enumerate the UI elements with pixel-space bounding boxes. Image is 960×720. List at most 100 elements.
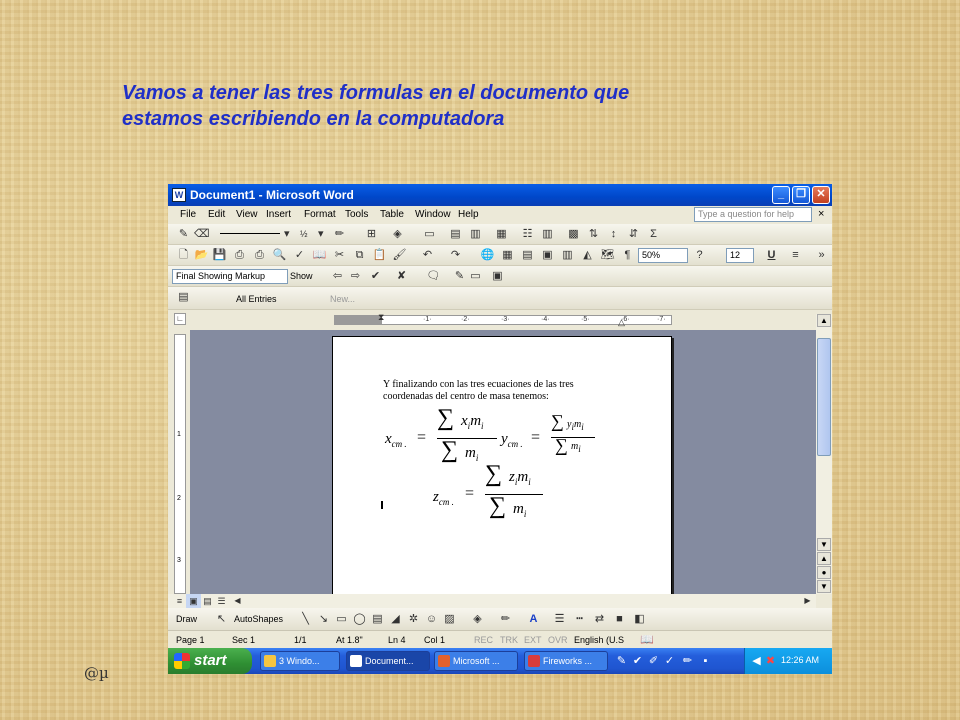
minimize-button[interactable]: _ — [772, 186, 790, 204]
menu-file[interactable]: File — [180, 209, 196, 220]
font-size-combo[interactable]: 12 — [726, 248, 754, 263]
tray-network-icon[interactable]: ✖ — [763, 654, 778, 669]
align-icon[interactable]: ▦ — [494, 227, 509, 242]
scroll-up-icon[interactable]: ▲ — [817, 314, 831, 327]
new-autotext-button[interactable]: New... — [330, 294, 355, 304]
sort-desc-icon[interactable]: ⇵ — [626, 227, 641, 242]
autoshapes-menu[interactable]: AutoShapes — [234, 614, 283, 624]
line-weight-icon[interactable]: ½ — [300, 227, 308, 241]
merge-cells-icon[interactable]: ▤ — [448, 227, 463, 242]
menu-format[interactable]: Format — [304, 209, 336, 220]
vertical-scrollbar[interactable]: ▲ ▼ ▲ ● ▼ — [816, 314, 832, 594]
quicklaunch-edit-icon[interactable]: ✐ — [646, 654, 661, 669]
research-icon[interactable]: 📖 — [312, 248, 327, 263]
undo-icon[interactable]: ↶ — [420, 248, 435, 263]
cut-icon[interactable]: ✂ — [332, 248, 347, 263]
eraser-icon[interactable]: ⌫ — [194, 227, 210, 242]
dash-style-icon[interactable]: ┅ — [572, 612, 587, 627]
taskbar-item-document[interactable]: Document... — [346, 651, 430, 671]
line-style-icon[interactable] — [220, 233, 280, 234]
zoom-combo[interactable]: 50% — [638, 248, 688, 263]
track-changes-icon[interactable]: ✎ — [452, 269, 467, 284]
menu-window[interactable]: Window — [415, 209, 451, 220]
reviewing-options-icon[interactable]: ▣ — [490, 269, 505, 284]
wordart-icon[interactable]: ◢ — [388, 612, 403, 627]
indent-marker-icon[interactable]: ⧗ — [378, 312, 386, 328]
borders-icon[interactable]: ⊞ — [364, 227, 379, 242]
spelling-icon[interactable]: ✓ — [292, 248, 307, 263]
insert-comment-icon[interactable]: 🗨 — [426, 269, 441, 284]
split-cells-icon[interactable]: ▥ — [468, 227, 483, 242]
insert-table-icon[interactable]: ▭ — [422, 227, 437, 242]
pencil-icon[interactable]: ✎ — [176, 227, 191, 242]
drawing-icon[interactable]: ◭ — [580, 248, 595, 263]
accept-change-icon[interactable]: ✔ — [368, 269, 383, 284]
line-style-icon-2[interactable]: ☰ — [552, 612, 567, 627]
hyperlink-icon[interactable]: 🌐 — [480, 248, 495, 263]
tab-selector-icon[interactable]: ∟ — [174, 313, 186, 325]
border-color-icon[interactable]: ✏ — [332, 227, 347, 242]
autoformat-icon[interactable]: ▩ — [566, 227, 581, 242]
arrow-style-icon[interactable]: ⇄ — [592, 612, 607, 627]
document-area[interactable]: Y finalizando con las tres ecuaciones de… — [190, 330, 816, 594]
print-preview-icon[interactable]: 🔍 — [272, 248, 287, 263]
spelling-status-icon[interactable]: 📖 — [640, 633, 654, 646]
menu-table[interactable]: Table — [380, 209, 404, 220]
normal-view-icon[interactable]: ≡ — [172, 594, 187, 609]
arrow-icon[interactable]: ↘ — [316, 612, 331, 627]
previous-change-icon[interactable]: ⇦ — [330, 269, 345, 284]
next-page-icon[interactable]: ▼ — [817, 580, 831, 593]
scroll-left-icon[interactable]: ◀ — [230, 594, 245, 609]
scroll-down-icon[interactable]: ▼ — [817, 538, 831, 551]
taskbar-item-microsoft[interactable]: Microsoft ... — [434, 651, 518, 671]
menu-help[interactable]: Help — [458, 209, 479, 220]
dropdown-icon[interactable]: ▾ — [284, 227, 290, 241]
vertical-ruler[interactable]: 1 2 3 — [174, 334, 186, 594]
draw-menu[interactable]: Draw — [176, 614, 197, 624]
tray-arrow-icon[interactable]: ◀ — [749, 654, 764, 669]
print-layout-icon[interactable]: ▤ — [200, 594, 215, 609]
text-direction-icon[interactable]: ⇅ — [586, 227, 601, 242]
show-hide-icon[interactable]: ¶ — [620, 248, 635, 263]
quicklaunch-check2-icon[interactable]: ✓ — [662, 654, 677, 669]
rectangle-icon[interactable]: ▭ — [334, 612, 349, 627]
clip-art-icon[interactable]: ☺ — [424, 612, 439, 627]
help-icon[interactable]: ? — [692, 248, 707, 263]
quicklaunch-pencil-icon[interactable]: ✏ — [680, 654, 695, 669]
start-button[interactable]: start — [168, 648, 252, 674]
document-map-icon[interactable]: 🗺 — [600, 248, 615, 263]
format-painter-icon[interactable]: 🖌 — [392, 248, 407, 263]
autosum-icon[interactable]: Σ — [646, 227, 661, 242]
toolbar-options-icon[interactable]: » — [814, 248, 829, 263]
paste-icon[interactable]: 📋 — [372, 248, 387, 263]
diagram-icon[interactable]: ✲ — [406, 612, 421, 627]
reject-change-icon[interactable]: ✘ — [394, 269, 409, 284]
save-icon[interactable]: 💾 — [212, 248, 227, 263]
previous-page-icon[interactable]: ▲ — [817, 552, 831, 565]
menu-edit[interactable]: Edit — [208, 209, 225, 220]
new-document-icon[interactable]: 🗋 — [176, 248, 191, 263]
select-objects-icon[interactable]: ↖ — [214, 612, 229, 627]
shading-icon[interactable]: ◈ — [390, 227, 405, 242]
status-ext[interactable]: EXT — [524, 635, 542, 645]
underline-icon[interactable]: U — [764, 248, 779, 263]
document-page[interactable]: Y finalizando con las tres ecuaciones de… — [332, 336, 672, 594]
scroll-thumb[interactable] — [817, 338, 831, 456]
all-entries-menu[interactable]: All Entries — [236, 294, 277, 304]
redo-icon[interactable]: ↷ — [448, 248, 463, 263]
print-icon[interactable]: ⎙ — [252, 248, 267, 263]
dropdown-icon[interactable]: ▾ — [318, 227, 324, 241]
align-left-icon[interactable]: ≡ — [788, 248, 803, 263]
taskbar-item-fireworks[interactable]: Fireworks ... — [524, 651, 608, 671]
show-menu[interactable]: Show — [290, 271, 313, 281]
insert-excel-icon[interactable]: ▣ — [540, 248, 555, 263]
quicklaunch-check-icon[interactable]: ✔ — [630, 654, 645, 669]
permission-icon[interactable]: ⎙ — [232, 248, 247, 263]
3d-style-icon[interactable]: ◧ — [632, 612, 647, 627]
text-box-icon[interactable]: ▤ — [370, 612, 385, 627]
web-layout-icon[interactable]: ▣ — [186, 594, 201, 609]
font-color-icon[interactable]: A — [526, 612, 541, 627]
maximize-button[interactable]: ❐ — [792, 186, 810, 204]
clock[interactable]: 12:26 AM — [781, 655, 819, 665]
fill-color-icon[interactable]: ◈ — [470, 612, 485, 627]
